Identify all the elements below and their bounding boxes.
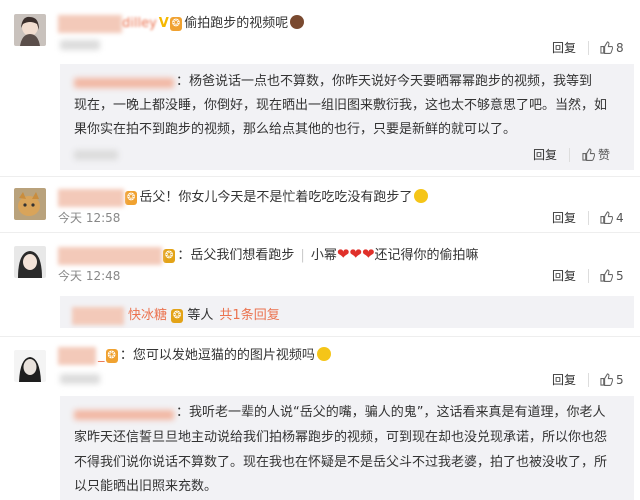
thumb-up-icon [600,41,613,54]
commenter-name[interactable]: xxxxxx [58,189,124,207]
like-button[interactable]: 赞 [582,147,610,163]
timestamp-blurred [60,374,100,384]
timestamp: 今天 12:58 [58,211,121,225]
avatar[interactable] [14,188,46,220]
divider-line [0,336,640,337]
emoji-icon [290,15,305,29]
divider [588,269,589,283]
fan-badge-icon: ❂ [105,349,118,363]
reply-button[interactable]: 回复 [552,372,576,388]
commenter-name[interactable]: xxxxxx [58,15,122,33]
divider-line [0,176,640,177]
sub-reply-author-tail[interactable]: 快冰糖 [128,308,167,323]
thumb-up-icon [600,269,613,282]
comment-header: xxx_❂：您可以发她逗猫的的图片视频吗 [58,344,331,365]
divider [569,148,570,162]
timestamp-blurred [74,150,118,160]
divider-line [0,232,640,233]
comment-text: 岳父！你女儿今天是不是忙着吃吃吃没有跑步了 [139,190,413,205]
divider [588,211,589,225]
like-button[interactable]: 4 [600,210,624,226]
commenter-name-tail[interactable]: dilley [122,16,157,31]
commenter-name[interactable]: xxxxxxxx [58,247,162,265]
sub-reply-author[interactable]: xxxx [72,307,124,325]
more-replies-link[interactable]: 共1条回复 [219,308,279,323]
reply-author-blurred[interactable] [74,410,174,420]
avatar-image [14,14,46,46]
sub-reply-row: xxxx 快冰糖 ❂等人共1条回复 [72,304,280,325]
commenter-name-tail[interactable]: _ [98,348,105,363]
reply-button[interactable]: 回复 [552,40,576,56]
avatar-image [14,188,46,220]
heart-icon: ❤❤❤ [336,245,375,263]
emoji-icon [414,189,429,203]
mention-link[interactable]: 小幂 [311,248,337,263]
thumb-up-icon [600,211,613,224]
comment-header: xxxxxx❂岳父！你女儿今天是不是忙着吃吃吃没有跑步了 [58,186,429,207]
avatar[interactable] [14,350,46,382]
like-label: 赞 [598,148,611,162]
thumb-up-icon [600,373,613,386]
reply-text-line-2: 家昨天还信誓旦旦地主动说给我们拍杨幂跑步的视频，可到现在却也没兑现承诺，所以你也… [74,430,608,445]
reply-button[interactable]: 回复 [552,268,576,284]
emoji-icon [316,347,331,361]
comment-text: ：您可以发她逗猫的的图片视频吗 [119,348,315,363]
timestamp: 今天 12:48 [58,269,121,283]
reply-button[interactable]: 回复 [552,210,576,226]
like-count: 5 [616,373,624,387]
like-button[interactable]: 5 [600,268,624,284]
comment-header: xxxxxxdilleyV❂偷拍跑步的视频呢 [58,12,305,33]
avatar-image [14,350,46,382]
commenter-name[interactable]: xxx [58,347,96,365]
like-button[interactable]: 5 [600,372,624,388]
fan-badge-icon: ❂ [171,309,184,323]
fan-badge-icon: ❂ [169,17,183,31]
reply-text-line-3: 不得我们说你说话不算数了。现在我也在怀疑是不是岳父斗不过我老婆，拍了也被没收了，… [74,455,608,470]
avatar[interactable] [14,246,46,278]
timestamp-blurred [60,40,100,50]
avatar-image [14,246,46,278]
like-count: 8 [616,41,624,55]
avatar[interactable] [14,14,46,46]
fan-badge-icon: ❂ [125,191,138,205]
reply-text-line-4: 以只能晒出旧照来充数。 [74,479,218,494]
comment-text: ：岳父我们想看跑步 | 小幂❤❤❤还记得你的偷拍嘛 [177,245,479,263]
sub-reply-suffix: 等人 [187,308,214,323]
thumb-up-icon [582,148,595,161]
reply-author-blurred[interactable] [74,78,174,88]
reply-button[interactable]: 回复 [533,147,557,163]
vip-badge-icon: V [158,16,169,31]
reply-text-line-3: 果你实在拍不到跑步的视频，那么给点其他的也行，只要是新鲜的就可以了。 [74,122,517,137]
fan-badge-icon: ❂ [163,249,176,263]
like-button[interactable]: 8 [600,40,624,56]
reply-text-line-2: 现在，一晚上都没睡，你倒好，现在晒出一组旧图来敷衍我，这也太不够意思了吧。当然，… [74,98,608,113]
reply-text-line-1: ：杨爸说话一点也不算数，你昨天说好今天要晒幂幂跑步的视频，我等到 [176,74,593,89]
like-count: 5 [616,269,624,283]
like-count: 4 [616,211,624,225]
comment-text: 偷拍跑步的视频呢 [184,16,289,31]
divider [588,373,589,387]
comment-header: xxxxxxxx❂：岳父我们想看跑步|小幂❤❤❤还记得你的偷拍嘛 [58,244,479,265]
divider [588,41,589,55]
reply-text-line-1: ：我听老一辈的人说“岳父的嘴，骗人的鬼”，这话看来真是有道理，你老人 [176,405,606,420]
